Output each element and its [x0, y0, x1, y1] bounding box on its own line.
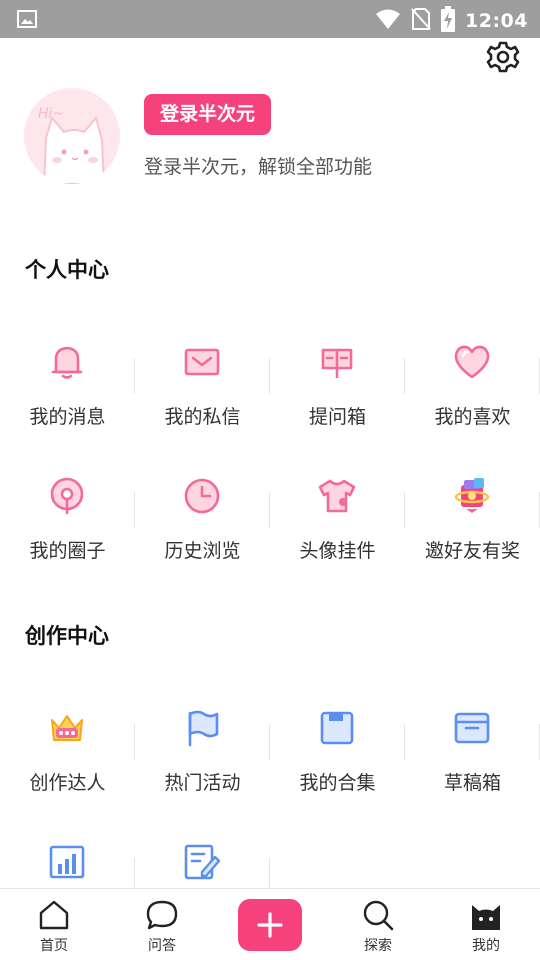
bottom-nav: 首页 问答 探索 我的 [0, 888, 540, 960]
bar-chart-icon [47, 842, 87, 882]
gallery-notification-icon [17, 10, 37, 32]
menu-item-label: 草稿箱 [443, 772, 501, 794]
no-sim-icon [411, 7, 431, 35]
menu-item-label: 我的合集 [299, 772, 376, 794]
envelope-icon [182, 342, 222, 382]
flag-icon [182, 708, 222, 748]
location-pin-icon [47, 476, 87, 516]
menu-item-label: 邀好友有奖 [424, 540, 520, 562]
nav-label: 问答 [148, 938, 176, 954]
heart-icon [452, 342, 492, 382]
menu-item-label: 我的私信 [164, 406, 241, 428]
menu-item-label: 我的消息 [29, 406, 106, 428]
wifi-icon [375, 8, 401, 34]
menu-item-hot-activities[interactable]: 热门活动 [135, 686, 270, 820]
grid-row: 创作达人 热门活动 我的合集 草稿箱 [0, 686, 540, 820]
nav-explore[interactable]: 探索 [324, 889, 432, 960]
search-icon [362, 899, 394, 931]
clock-icon [182, 476, 222, 516]
grid-row: 我的圈子 历史浏览 头像挂件 邀好友有奖 [0, 454, 540, 588]
menu-item-label: 历史浏览 [164, 540, 241, 562]
nav-label: 首页 [40, 938, 68, 954]
menu-item-circles[interactable]: 我的圈子 [0, 454, 135, 588]
battery-charging-icon [441, 6, 456, 36]
menu-item-my-collections[interactable]: 我的合集 [270, 686, 405, 820]
menu-item-label: 提问箱 [308, 406, 366, 428]
cat-face-icon [470, 899, 502, 931]
nav-label: 探索 [364, 938, 392, 954]
mailbox-icon [317, 342, 357, 382]
home-icon [38, 899, 70, 931]
nav-me[interactable]: 我的 [432, 889, 540, 960]
menu-item-private-messages[interactable]: 我的私信 [135, 320, 270, 454]
menu-item-messages[interactable]: 我的消息 [0, 320, 135, 454]
menu-item-label: 创作达人 [29, 772, 106, 794]
login-button[interactable]: 登录半次元 [144, 94, 272, 135]
nav-qa[interactable]: 问答 [108, 889, 216, 960]
menu-item-drafts[interactable]: 草稿箱 [405, 686, 540, 820]
status-bar: 12:04 [0, 0, 540, 38]
login-hint: 登录半次元，解锁全部功能 [144, 156, 373, 178]
plus-icon [257, 912, 283, 938]
menu-item-label: 我的喜欢 [434, 406, 511, 428]
archive-box-icon [452, 708, 492, 748]
crown-icon [47, 708, 87, 748]
creation-center-title: 创作中心 [25, 624, 109, 648]
chat-bubble-icon [146, 899, 178, 931]
menu-item-avatar-pendant[interactable]: 头像挂件 [270, 454, 405, 588]
grid-row: 我的消息 我的私信 提问箱 我的喜欢 [0, 320, 540, 454]
gift-planet-icon [452, 476, 492, 516]
bell-icon [47, 342, 87, 382]
settings-gear-icon[interactable] [486, 40, 520, 74]
menu-item-label: 头像挂件 [299, 540, 376, 562]
nav-home[interactable]: 首页 [0, 889, 108, 960]
menu-item-history[interactable]: 历史浏览 [135, 454, 270, 588]
menu-item-creator-expert[interactable]: 创作达人 [0, 686, 135, 820]
publish-add-button[interactable] [238, 899, 302, 951]
folder-icon [317, 708, 357, 748]
avatar[interactable]: Hi~ [24, 88, 120, 184]
shirt-icon [317, 476, 357, 516]
nav-label: 我的 [472, 938, 500, 954]
menu-item-label: 我的圈子 [29, 540, 106, 562]
personal-center-grid: 我的消息 我的私信 提问箱 我的喜欢 我的圈子 历史浏览 头像挂件 邀好友有奖 [0, 320, 540, 588]
menu-item-likes[interactable]: 我的喜欢 [405, 320, 540, 454]
menu-item-question-box[interactable]: 提问箱 [270, 320, 405, 454]
edit-note-icon [182, 842, 222, 882]
status-time: 12:04 [465, 10, 528, 32]
menu-item-invite-friends[interactable]: 邀好友有奖 [405, 454, 540, 588]
menu-item-label: 热门活动 [164, 772, 241, 794]
personal-center-title: 个人中心 [25, 258, 109, 282]
